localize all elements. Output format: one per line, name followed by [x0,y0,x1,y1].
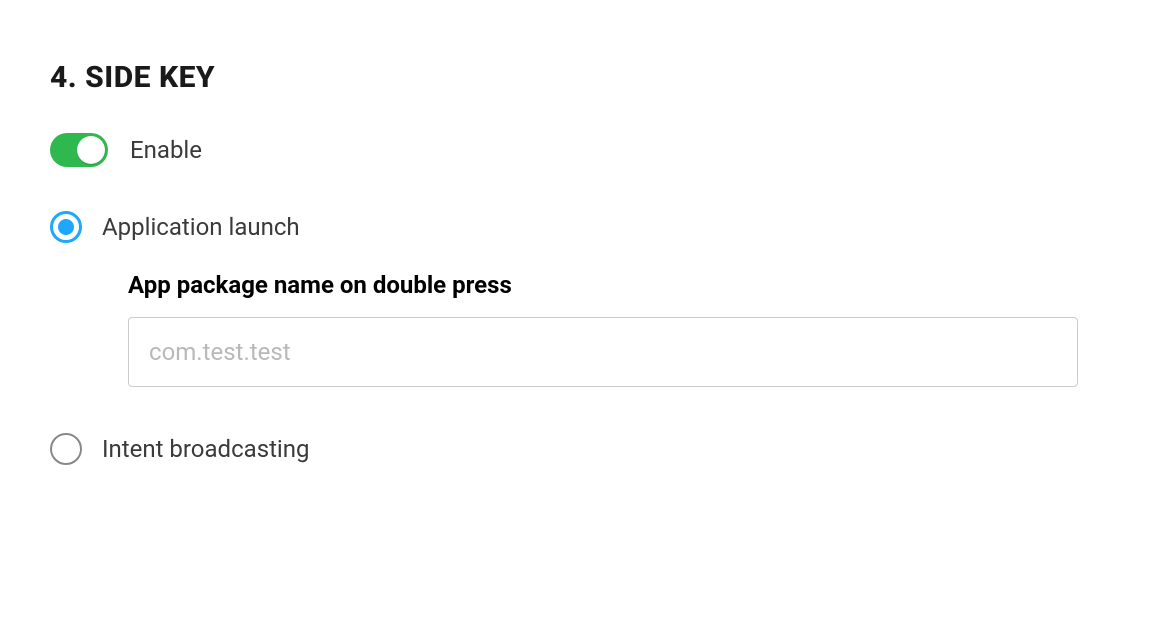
enable-toggle-row: Enable [50,133,1105,167]
package-name-input[interactable] [128,317,1078,387]
radio-label-application-launch: Application launch [102,213,300,241]
radio-dot-icon [58,219,74,235]
package-name-label: App package name on double press [128,271,1105,299]
option-application-launch[interactable]: Application launch [50,211,1105,243]
toggle-knob [77,136,105,164]
section-heading: 4. SIDE KEY [50,60,1105,95]
radio-label-intent-broadcasting: Intent broadcasting [102,435,310,463]
radio-intent-broadcasting[interactable] [50,433,82,465]
application-launch-subsection: App package name on double press [128,271,1105,387]
radio-application-launch[interactable] [50,211,82,243]
option-intent-broadcasting[interactable]: Intent broadcasting [50,433,1105,465]
enable-toggle-label: Enable [130,136,202,164]
enable-toggle[interactable] [50,133,108,167]
